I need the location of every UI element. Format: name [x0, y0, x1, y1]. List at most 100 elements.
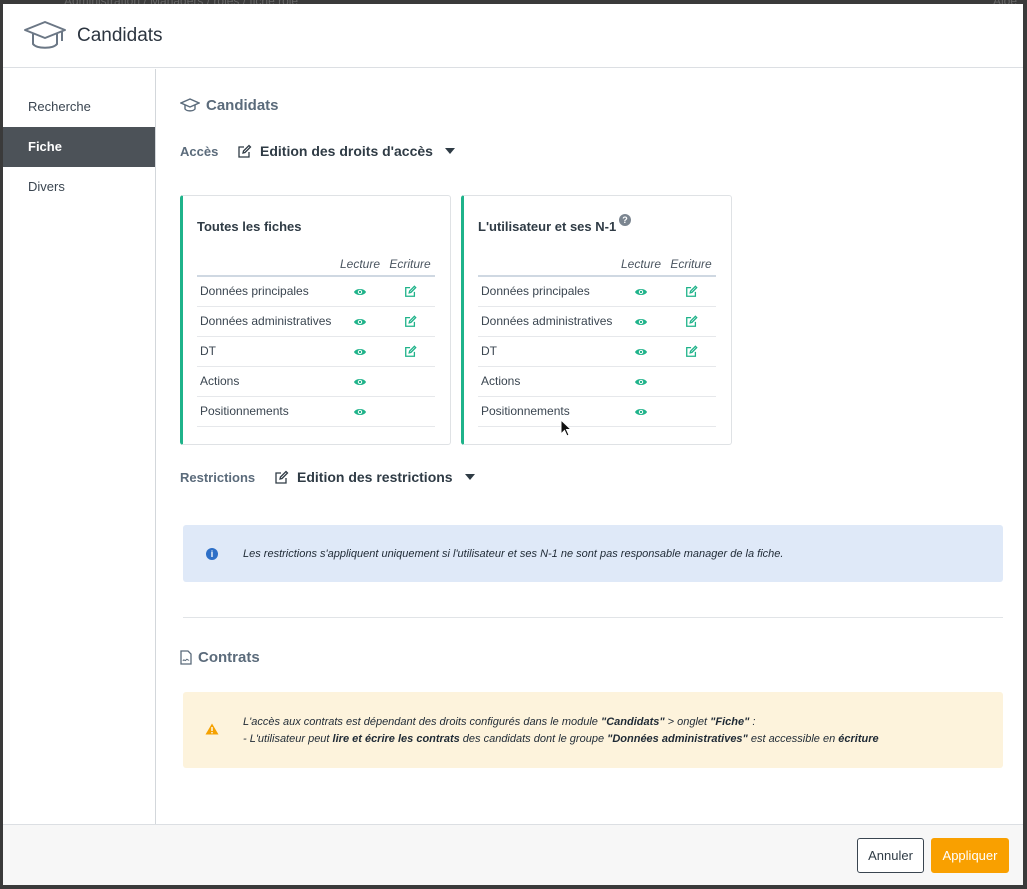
write-empty-cell	[385, 396, 435, 427]
warning-text-part: des candidats dont le groupe	[459, 733, 608, 745]
row-label: DT	[197, 336, 335, 367]
warning-text-part: L'accès aux contrats est dépendant des d…	[243, 716, 601, 728]
graduation-cap-icon	[24, 20, 66, 49]
modal-title: Candidats	[77, 24, 163, 46]
write-edit-icon	[666, 306, 716, 337]
caret-down-icon	[464, 474, 475, 480]
restrictions-info-alert: i Les restrictions s'appliquent uniqueme…	[183, 525, 1003, 582]
row-label: Positionnements	[197, 396, 335, 427]
warning-icon	[205, 723, 219, 735]
read-eye-icon	[335, 336, 385, 367]
write-edit-icon	[385, 336, 435, 367]
access-dropdown-label: Edition des droits d'accès	[260, 143, 433, 159]
write-edit-icon	[385, 306, 435, 337]
sidebar-item-fiche[interactable]: Fiche	[3, 127, 155, 167]
row-label: Données principales	[197, 276, 335, 307]
column-header-write: Ecriture	[385, 252, 435, 277]
section-divider	[183, 617, 1003, 618]
row-label: Données administratives	[197, 306, 335, 337]
sidebar-nav: Recherche Fiche Divers	[3, 69, 156, 824]
warning-text-bold: lire et écrire les contrats	[332, 733, 460, 745]
modal-header: Candidats	[3, 4, 1023, 68]
access-rights-dropdown[interactable]: Edition des droits d'accès	[237, 143, 455, 159]
write-empty-cell	[666, 396, 716, 427]
edit-icon	[238, 144, 252, 158]
card-title: L'utilisateur et ses N-1	[478, 219, 617, 234]
warning-text-bold: écriture	[838, 733, 879, 745]
restrictions-label: Restrictions	[180, 470, 256, 485]
restrictions-dropdown-label: Edition des restrictions	[297, 469, 453, 485]
warning-text-bold: "Fiche"	[710, 716, 750, 728]
column-header-read: Lecture	[335, 252, 385, 277]
warning-line-2: - L'utilisateur peut lire et écrire les …	[243, 731, 879, 748]
row-label: Positionnements	[478, 396, 616, 427]
table-row: Actions	[197, 366, 435, 397]
card-title: Toutes les fiches	[197, 219, 302, 234]
read-eye-icon	[616, 366, 666, 397]
table-row: Données principales	[478, 276, 716, 307]
row-label: Données principales	[478, 276, 616, 307]
main-content: Candidats Accès Edition des droits d'acc…	[180, 69, 1003, 824]
column-header-write: Ecriture	[666, 252, 716, 277]
sidebar-item-divers[interactable]: Divers	[3, 167, 155, 207]
table-row: DT	[197, 336, 435, 367]
table-row: Positionnements	[478, 396, 716, 427]
edit-icon	[275, 470, 289, 484]
row-label: Actions	[197, 366, 335, 397]
warning-text: L'accès aux contrats est dépendant des d…	[243, 714, 879, 748]
read-eye-icon	[335, 366, 385, 397]
row-label: Données administratives	[478, 306, 616, 337]
cancel-button[interactable]: Annuler	[857, 838, 924, 873]
access-card-all: Toutes les fiches Lecture Ecriture Donné…	[180, 195, 451, 445]
warning-text-bold: "Données administratives"	[607, 733, 748, 745]
table-row: Actions	[478, 366, 716, 397]
table-row: Données administratives	[478, 306, 716, 337]
write-empty-cell	[666, 366, 716, 397]
table-row: DT	[478, 336, 716, 367]
warning-text-bold: "Candidats"	[600, 716, 665, 728]
info-icon: i	[206, 547, 218, 560]
read-eye-icon	[616, 306, 666, 337]
graduation-cap-icon	[180, 98, 200, 112]
warning-line-1: L'accès aux contrats est dépendant des d…	[243, 714, 879, 731]
rights-table: Lecture Ecriture Données principales Donn…	[197, 252, 435, 427]
write-empty-cell	[385, 366, 435, 397]
write-edit-icon	[666, 276, 716, 307]
read-eye-icon	[616, 276, 666, 307]
access-card-user-n1: L'utilisateur et ses N-1 ? Lecture Ecrit…	[461, 195, 732, 445]
file-contract-icon	[180, 650, 192, 665]
read-eye-icon	[335, 306, 385, 337]
table-row: Données principales	[197, 276, 435, 307]
table-row: Positionnements	[197, 396, 435, 427]
row-label: Actions	[478, 366, 616, 397]
write-edit-icon	[385, 276, 435, 307]
section-title-candidats: Candidats	[180, 97, 279, 114]
section-title-text: Contrats	[198, 649, 260, 666]
candidats-modal: Candidats Recherche Fiche Divers Candida…	[3, 4, 1023, 885]
section-title-contrats: Contrats	[180, 649, 260, 666]
write-edit-icon	[666, 336, 716, 367]
apply-button[interactable]: Appliquer	[931, 838, 1009, 873]
rights-table: Lecture Ecriture Données principales Donn…	[478, 252, 716, 427]
restrictions-dropdown[interactable]: Edition des restrictions	[274, 469, 475, 485]
read-eye-icon	[616, 396, 666, 427]
read-eye-icon	[616, 336, 666, 367]
section-title-text: Candidats	[206, 97, 279, 114]
read-eye-icon	[335, 276, 385, 307]
row-label: DT	[478, 336, 616, 367]
warning-text-part: > onglet	[664, 716, 711, 728]
column-header-read: Lecture	[616, 252, 666, 277]
warning-text-part: - L'utilisateur peut	[243, 733, 333, 745]
contrats-warning-alert: L'accès aux contrats est dépendant des d…	[183, 692, 1003, 768]
warning-text-part: :	[749, 716, 756, 728]
table-row: Données administratives	[197, 306, 435, 337]
info-text: Les restrictions s'appliquent uniquement…	[243, 547, 784, 560]
mouse-cursor-icon	[560, 419, 572, 437]
read-eye-icon	[335, 396, 385, 427]
modal-footer: Annuler Appliquer	[3, 824, 1023, 885]
caret-down-icon	[444, 148, 455, 154]
help-icon[interactable]: ?	[619, 214, 631, 226]
warning-text-part: est accessible en	[747, 733, 839, 745]
access-label: Accès	[180, 144, 219, 159]
sidebar-item-recherche[interactable]: Recherche	[3, 87, 155, 127]
